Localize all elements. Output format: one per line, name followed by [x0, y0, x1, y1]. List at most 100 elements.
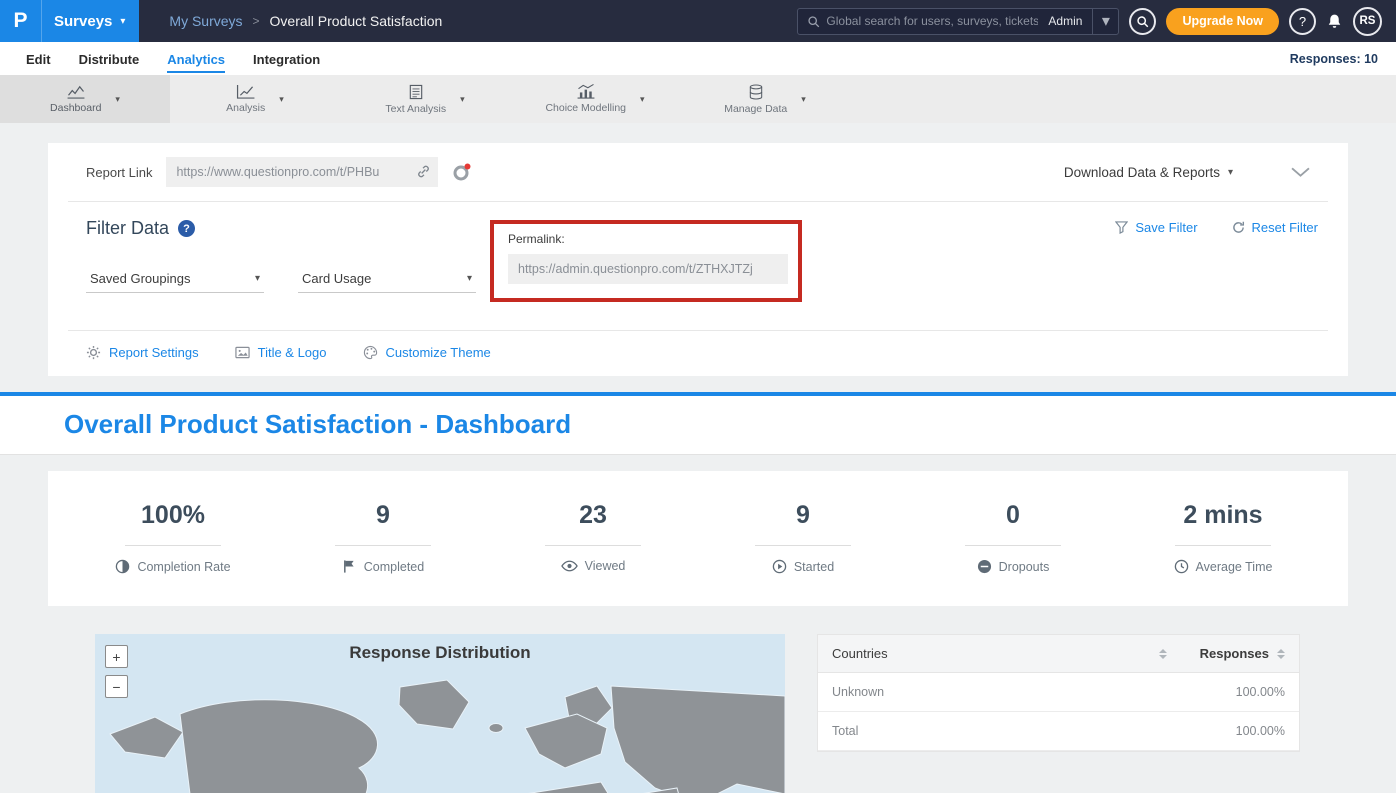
column-header-responses[interactable]: Responses	[1167, 646, 1285, 661]
stat-label: Average Time	[1196, 560, 1273, 574]
responses-count-badge[interactable]: Responses: 10	[1290, 52, 1384, 66]
help-icon[interactable]: ?	[178, 220, 195, 237]
stat-label: Viewed	[585, 559, 626, 573]
stat-value: 9	[278, 501, 488, 530]
card-usage-select[interactable]: Card Usage ▾	[298, 265, 476, 293]
chevron-down-icon: ▾	[1228, 167, 1233, 178]
toolbar-tab-manage-data[interactable]: Manage Data ▾	[680, 75, 850, 123]
stat-value: 2 mins	[1118, 501, 1328, 530]
stat-viewed: 23 Viewed	[488, 501, 698, 574]
toolbar-tab-text-analysis[interactable]: Text Analysis ▾	[340, 75, 510, 123]
search-icon	[807, 15, 820, 28]
play-circle-icon	[772, 559, 787, 574]
stat-value: 9	[698, 501, 908, 530]
chevron-down-icon[interactable]: ▾	[460, 94, 465, 105]
stat-value: 100%	[68, 501, 278, 530]
toolbar-tab-choice-modelling[interactable]: Choice Modelling ▾	[510, 75, 680, 123]
chevron-down-icon: ▾	[255, 273, 260, 284]
clock-icon	[1174, 559, 1189, 574]
map-title: Response Distribution	[95, 634, 785, 663]
title-logo-link[interactable]: Title & Logo	[235, 345, 327, 360]
analytics-toolbar: Dashboard ▾ Analysis ▾ Text Analysis ▾ C…	[0, 75, 1396, 123]
divider	[1175, 545, 1271, 546]
response-distribution-map[interactable]: Response Distribution + −	[95, 634, 785, 793]
eye-icon	[561, 560, 578, 572]
chevron-down-icon[interactable]: ▾	[115, 94, 120, 105]
nav-tab-integration[interactable]: Integration	[239, 45, 334, 73]
zoom-in-button[interactable]: +	[105, 645, 128, 668]
chevron-down-icon[interactable]: ▾	[640, 94, 645, 105]
sort-icon[interactable]	[1159, 649, 1167, 659]
stat-completed: 9 Completed	[278, 501, 488, 574]
stat-value: 23	[488, 501, 698, 530]
country-cell: Unknown	[832, 685, 1167, 699]
nav-tab-analytics[interactable]: Analytics	[153, 45, 239, 73]
search-icon	[1136, 15, 1149, 28]
stats-panel: 100% Completion Rate 9 Completed 23 View…	[48, 471, 1348, 606]
saved-groupings-select[interactable]: Saved Groupings ▾	[86, 265, 264, 293]
chevron-down-icon[interactable]: ▾	[801, 94, 806, 105]
chevron-down-icon: ▾	[467, 273, 472, 284]
product-switcher[interactable]: P Surveys ▾	[0, 0, 139, 42]
dashboard-title-band: Overall Product Satisfaction - Dashboard	[0, 392, 1396, 455]
breadcrumb-current-survey: Overall Product Satisfaction	[270, 13, 443, 29]
report-link-input[interactable]	[166, 157, 438, 187]
save-filter-button[interactable]: Save Filter	[1115, 220, 1197, 235]
search-button[interactable]	[1129, 8, 1156, 35]
questionpro-logo[interactable]: P	[0, 0, 42, 42]
chevron-down-icon[interactable]: ▾	[279, 94, 284, 105]
palette-icon	[363, 345, 378, 360]
countries-table-header: Countries Responses	[818, 635, 1299, 673]
countries-table: Countries Responses Unknown 100.00% Tota…	[817, 634, 1300, 752]
link-icon[interactable]	[416, 164, 431, 179]
sort-icon[interactable]	[1277, 649, 1285, 659]
stat-label: Completion Rate	[137, 560, 230, 574]
country-cell: Total	[832, 724, 1167, 738]
divider	[545, 545, 641, 546]
upgrade-now-button[interactable]: Upgrade Now	[1166, 8, 1279, 35]
combo-chart-icon	[576, 84, 596, 99]
permalink-label: Permalink:	[508, 232, 784, 246]
refresh-icon	[1232, 221, 1245, 234]
filter-actions: Save Filter Reset Filter	[1115, 220, 1318, 235]
column-header-countries[interactable]: Countries	[832, 646, 1159, 661]
gear-icon	[86, 345, 101, 360]
filter-data-section: Filter Data ? Save Filter Reset Filter S…	[48, 202, 1348, 330]
chevron-down-icon: ▾	[120, 16, 125, 27]
page-title: Overall Product Satisfaction - Dashboard	[64, 409, 1332, 440]
notifications-bell-icon[interactable]	[1326, 13, 1343, 30]
nav-tab-distribute[interactable]: Distribute	[65, 45, 154, 73]
table-row: Unknown 100.00%	[818, 673, 1299, 712]
stat-label: Completed	[364, 560, 424, 574]
help-button[interactable]: ?	[1289, 8, 1316, 35]
nav-tab-edit[interactable]: Edit	[12, 45, 65, 73]
divider	[755, 545, 851, 546]
line-chart-icon	[66, 84, 86, 99]
table-row: Total 100.00%	[818, 712, 1299, 751]
report-link-label: Report Link	[86, 165, 152, 180]
global-search: Admin ▾	[797, 8, 1119, 35]
world-map[interactable]	[95, 672, 785, 793]
stat-average-time: 2 mins Average Time	[1118, 501, 1328, 574]
breadcrumb-my-surveys[interactable]: My Surveys	[169, 13, 242, 29]
global-search-input[interactable]	[826, 14, 1038, 28]
analysis-chart-icon	[236, 84, 256, 99]
toolbar-tab-dashboard[interactable]: Dashboard ▾	[0, 75, 170, 123]
funnel-icon	[1115, 221, 1128, 234]
download-data-reports-menu[interactable]: Download Data & Reports ▾	[1064, 165, 1233, 180]
divider	[965, 545, 1061, 546]
user-avatar[interactable]: RS	[1353, 7, 1382, 36]
customize-theme-link[interactable]: Customize Theme	[363, 345, 491, 360]
reset-filter-button[interactable]: Reset Filter	[1232, 220, 1318, 235]
collapse-panel-chevron[interactable]	[1291, 167, 1310, 178]
report-widget-icon[interactable]	[452, 163, 471, 182]
stat-started: 9 Started	[698, 501, 908, 574]
report-panel: Report Link Download Data & Reports ▾ Fi…	[48, 143, 1348, 376]
geo-section: Response Distribution + −	[95, 634, 1348, 793]
stat-label: Dropouts	[999, 560, 1050, 574]
search-scope-dropdown[interactable]: ▾	[1092, 8, 1118, 35]
report-settings-link[interactable]: Report Settings	[86, 345, 199, 360]
document-icon	[409, 84, 423, 100]
toolbar-tab-analysis[interactable]: Analysis ▾	[170, 75, 340, 123]
permalink-input[interactable]	[508, 254, 788, 284]
